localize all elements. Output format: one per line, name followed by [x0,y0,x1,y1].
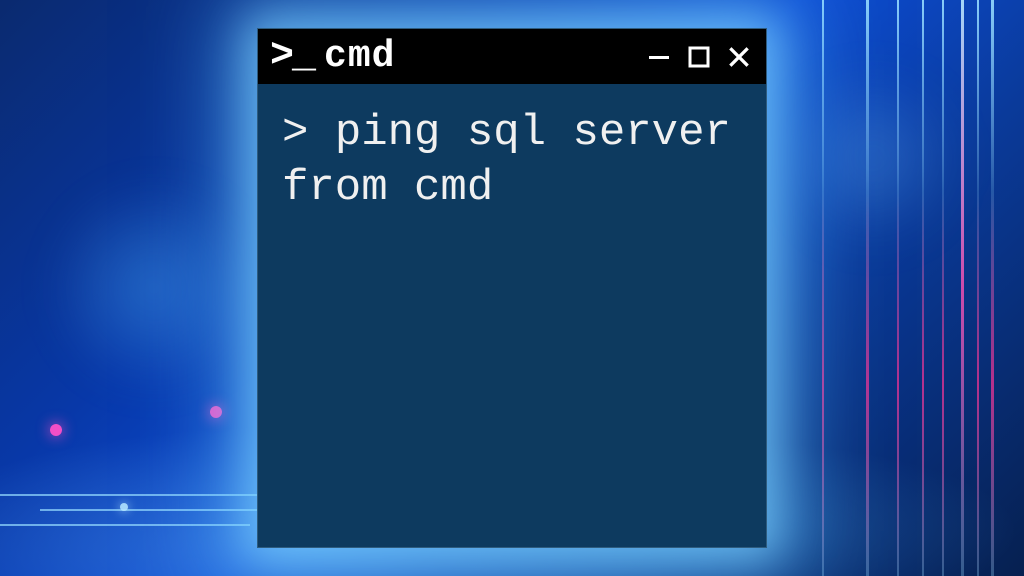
minimize-button[interactable] [644,42,674,72]
terminal-body[interactable]: > ping sql server from cmd [258,84,766,547]
maximize-button[interactable] [684,42,714,72]
maximize-icon [687,45,711,69]
command-input[interactable]: ping sql server from cmd [282,108,731,213]
titlebar[interactable]: >_ cmd [258,29,766,84]
terminal-window: >_ cmd > ping sql server from c [257,28,767,548]
close-icon [726,44,752,70]
terminal-icon: >_ [270,34,314,79]
window-controls [644,42,754,72]
prompt-character: > [282,108,308,158]
window-title: cmd [324,35,634,78]
close-button[interactable] [724,42,754,72]
minimize-icon [647,45,671,69]
